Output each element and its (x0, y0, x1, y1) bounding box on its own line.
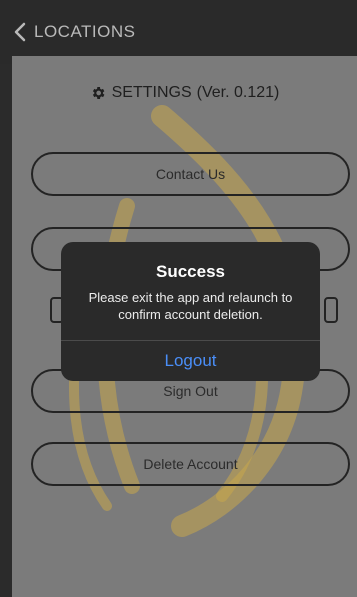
contact-us-button[interactable]: Contact Us (31, 152, 350, 196)
back-label: LOCATIONS (34, 22, 136, 41)
delete-account-button[interactable]: Delete Account (31, 442, 350, 486)
back-button[interactable]: LOCATIONS (14, 22, 135, 42)
right-small-box[interactable] (324, 297, 338, 323)
delete-account-label: Delete Account (143, 456, 238, 472)
settings-label: SETTINGS (111, 84, 192, 101)
success-dialog: Success Please exit the app and relaunch… (61, 242, 320, 381)
contact-us-label: Contact Us (155, 166, 226, 182)
top-bar: LOCATIONS (0, 0, 357, 64)
gear-icon (92, 87, 105, 99)
settings-title: SETTINGS (Ver. 0.121) (12, 84, 357, 102)
logout-button[interactable]: Logout (61, 341, 320, 381)
version-label: (Ver. 0.121) (196, 84, 280, 101)
dialog-title: Success (156, 262, 225, 281)
logout-label: Logout (164, 351, 217, 370)
dialog-message: Please exit the app and relaunch to conf… (88, 290, 293, 322)
chevron-left-icon (14, 22, 26, 42)
sign-out-label: Sign Out (163, 383, 218, 399)
